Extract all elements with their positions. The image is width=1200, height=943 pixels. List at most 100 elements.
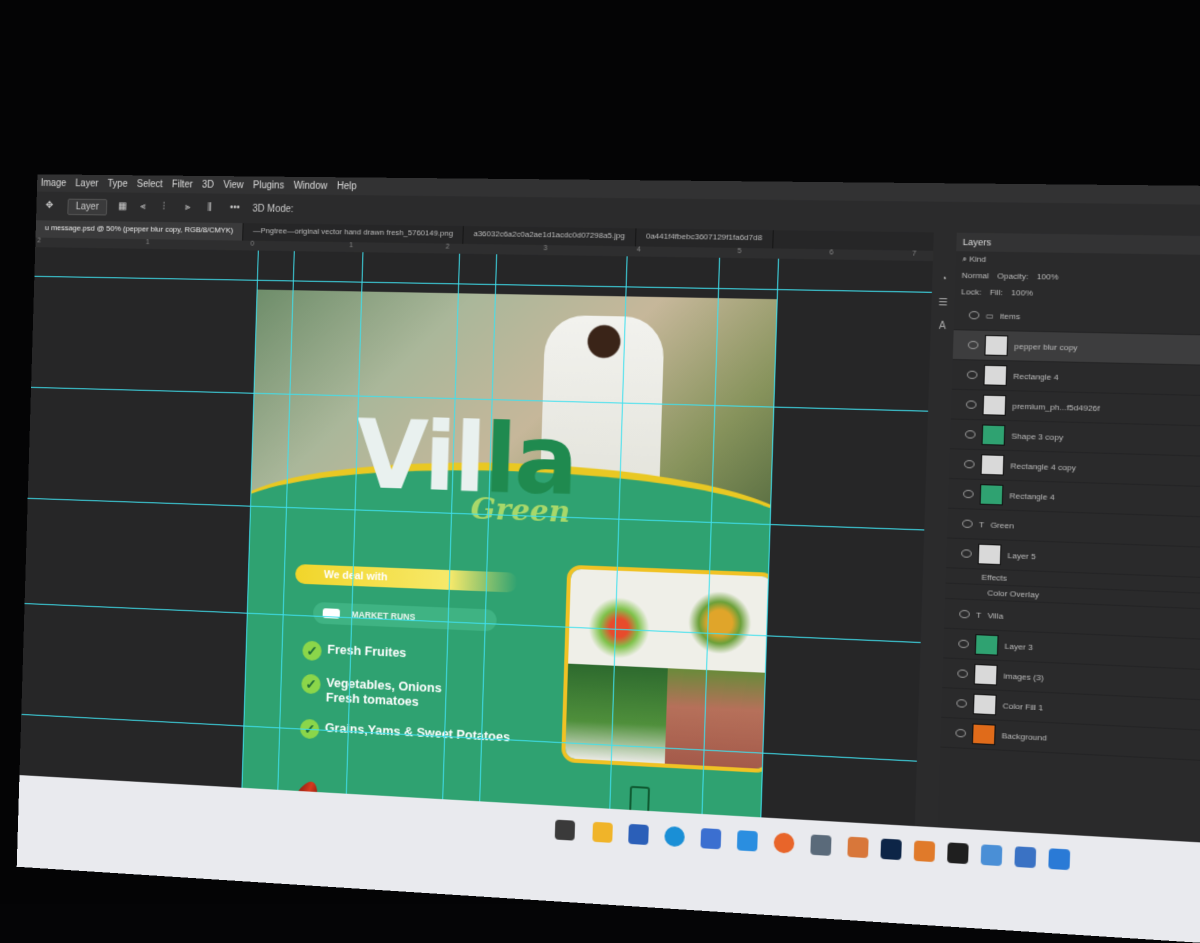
blend-mode-select[interactable]: Normal xyxy=(961,268,989,285)
bluetooth-icon[interactable] xyxy=(1048,848,1071,871)
eye-icon[interactable] xyxy=(968,310,980,320)
menu-image[interactable]: Image xyxy=(41,178,67,189)
layer-name: Color Fill 1 xyxy=(1002,700,1044,712)
layer-thumbnail xyxy=(977,543,1002,566)
photoshop-icon[interactable] xyxy=(880,838,902,861)
layer-thumbnail xyxy=(984,334,1009,357)
edge-icon[interactable] xyxy=(664,825,685,848)
photos-icon[interactable] xyxy=(810,834,832,856)
layer-thumbnail xyxy=(972,693,997,716)
eye-icon[interactable] xyxy=(959,609,970,619)
notepad-icon[interactable] xyxy=(1014,846,1037,869)
kind-filter[interactable]: Kind xyxy=(969,254,986,264)
menu-plugins[interactable]: Plugins xyxy=(253,180,284,191)
item-text: Fresh Fruites xyxy=(327,641,407,661)
menu-layer[interactable]: Layer xyxy=(75,178,98,189)
fill-value[interactable]: 100% xyxy=(1011,285,1033,302)
app-icon[interactable] xyxy=(913,840,936,863)
lock-label: Lock: xyxy=(961,287,982,297)
layer-name: Rectangle 4 xyxy=(1013,371,1059,382)
3d-mode-label: 3D Mode: xyxy=(252,203,294,215)
settings-icon[interactable] xyxy=(980,844,1003,867)
layer-name: Green xyxy=(990,519,1015,531)
menu-3d[interactable]: 3D xyxy=(202,179,214,190)
layer-name: Villa xyxy=(987,610,1004,621)
vscode-icon[interactable] xyxy=(736,830,758,852)
list-item: ✓ Vegetables, Onions Fresh tomatoes xyxy=(301,673,465,712)
layer-name: Layer 5 xyxy=(1007,550,1036,561)
ruler-mark: 3 xyxy=(543,245,548,253)
ruler-mark: 2 xyxy=(37,237,41,245)
eye-icon[interactable] xyxy=(967,340,979,350)
eye-icon[interactable] xyxy=(962,519,973,529)
produce-photo-grid xyxy=(561,564,777,774)
cucumbers-photo xyxy=(565,663,668,764)
menu-view[interactable]: View xyxy=(223,180,244,191)
layer-name: Rectangle 4 xyxy=(1009,490,1055,502)
app-icon[interactable] xyxy=(847,836,869,859)
eye-icon[interactable] xyxy=(957,669,968,679)
layer-name: items xyxy=(999,311,1021,321)
menu-filter[interactable]: Filter xyxy=(172,179,193,190)
menu-type[interactable]: Type xyxy=(107,178,127,189)
list-item: ✓ Fresh Fruites xyxy=(302,640,407,665)
align-center-icon[interactable]: ⫶ xyxy=(162,202,174,214)
layer-name: pepper blur copy xyxy=(1014,341,1078,352)
firefox-icon[interactable] xyxy=(773,832,795,854)
title-part-1: Vil xyxy=(354,399,487,514)
ruler-mark: 4 xyxy=(636,246,641,254)
menu-window[interactable]: Window xyxy=(293,180,327,191)
vegetables-photo xyxy=(568,568,671,669)
text-layer-icon: T xyxy=(978,519,985,529)
tab-document-4[interactable]: 0a441f4fbebc3607129f1fa6d7d8 xyxy=(635,228,774,249)
folder-icon: ▭ xyxy=(985,310,994,321)
align-right-icon[interactable]: ⫸ xyxy=(185,202,197,214)
eye-icon[interactable] xyxy=(963,459,975,469)
menu-help[interactable]: Help xyxy=(337,181,357,192)
photoshop-screen: Image Layer Type Select Filter 3D View P… xyxy=(16,174,1200,943)
word-icon[interactable] xyxy=(628,823,649,846)
layer-name: images (3) xyxy=(1003,670,1044,683)
align-left-icon[interactable]: ⫷ xyxy=(140,201,151,213)
eye-icon[interactable] xyxy=(962,489,974,499)
ruler-mark: 7 xyxy=(912,250,917,258)
layer-thumbnail xyxy=(979,484,1004,506)
layer-thumbnail xyxy=(980,454,1005,476)
layer-thumbnail xyxy=(983,364,1008,386)
ruler-mark: 1 xyxy=(349,242,354,250)
eye-icon[interactable] xyxy=(961,549,972,558)
we-deal-with-banner: We deal with xyxy=(295,564,518,593)
layer-name: Layer 3 xyxy=(1004,641,1033,652)
fruit-basket-photo xyxy=(667,572,773,673)
auto-select-dropdown[interactable]: Layer xyxy=(67,198,108,215)
chat-icon[interactable] xyxy=(554,819,576,841)
layer-name: premium_ph...f5d4926f xyxy=(1012,401,1100,413)
character-icon[interactable]: A xyxy=(931,321,954,333)
store-icon[interactable] xyxy=(700,828,722,850)
app-icon[interactable] xyxy=(947,842,969,865)
eye-icon[interactable] xyxy=(955,728,967,738)
menu-select[interactable]: Select xyxy=(137,179,163,190)
eye-icon[interactable] xyxy=(956,699,968,708)
eye-icon[interactable] xyxy=(964,430,976,439)
file-explorer-icon[interactable] xyxy=(592,821,613,843)
distribute-icon[interactable]: ⫼ xyxy=(207,202,219,214)
check-icon: ✓ xyxy=(302,640,322,662)
adjustments-icon[interactable]: ◔ xyxy=(932,273,955,285)
opacity-value[interactable]: 100% xyxy=(1036,269,1059,286)
eye-icon[interactable] xyxy=(966,370,978,380)
eye-icon[interactable] xyxy=(965,400,977,409)
effects-label: Effects xyxy=(981,572,1008,583)
flyer-document[interactable]: Villa Green We deal with MARKET RUNS ✓ Fr… xyxy=(240,289,777,866)
more-options-icon[interactable]: ••• xyxy=(230,202,242,214)
move-tool-icon[interactable]: ✥ xyxy=(45,200,56,212)
fill-label: Fill: xyxy=(989,287,1003,298)
guide-horizontal[interactable] xyxy=(34,275,932,293)
transform-controls-icon[interactable]: ▦ xyxy=(118,201,129,213)
text-layer-icon: T xyxy=(975,609,982,620)
layer-thumbnail xyxy=(974,634,999,656)
properties-icon[interactable]: ☰ xyxy=(931,297,954,309)
eye-icon[interactable] xyxy=(958,639,969,649)
layer-thumbnail xyxy=(981,424,1006,446)
effect-label: Color Overlay xyxy=(987,587,1040,600)
